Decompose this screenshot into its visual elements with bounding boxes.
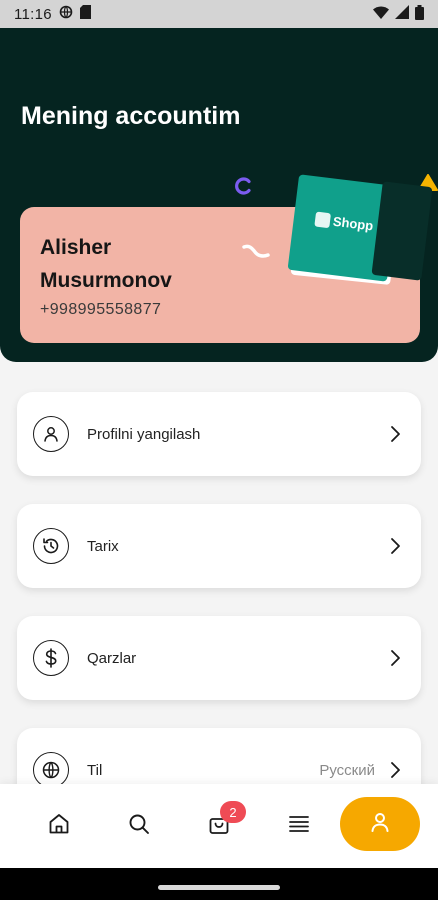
status-bar: 11:16 [0, 0, 438, 28]
menu-item-label: Til [87, 761, 103, 779]
menu-item-label: Qarzlar [87, 649, 137, 667]
decorative-c-shape-icon [234, 176, 254, 201]
signal-icon [395, 5, 409, 23]
cart-badge: 2 [220, 801, 246, 823]
wifi-icon [373, 6, 389, 23]
profile-icon [368, 810, 392, 839]
search-icon [127, 812, 151, 841]
system-navigation-bar [0, 868, 438, 900]
decorative-squiggle-icon [242, 241, 272, 266]
user-first-name: Alisher [40, 236, 112, 259]
globe-icon [33, 752, 69, 788]
chevron-right-icon [389, 537, 401, 555]
home-icon [47, 812, 71, 841]
home-gesture-handle[interactable] [158, 885, 280, 890]
status-bar-right [373, 4, 424, 24]
sim-icon [79, 5, 91, 23]
bottom-navigation: 2 [0, 784, 438, 868]
status-time: 11:16 [14, 5, 52, 23]
nav-catalog-button[interactable] [278, 784, 320, 868]
account-header: Mening accountim Alisher Musurmonov +998… [0, 28, 438, 362]
nav-cart-button[interactable]: 2 [198, 784, 246, 868]
menu-icon [287, 812, 311, 841]
menu-item-update-profile[interactable]: Profilni yangilash [17, 392, 421, 476]
page-title: Mening accountim [21, 102, 241, 130]
nav-profile-button[interactable] [340, 797, 420, 851]
menu-item-history[interactable]: Tarix [17, 504, 421, 588]
shopping-bag-illustration: Shopp [287, 174, 437, 313]
user-icon [33, 416, 69, 452]
chevron-right-icon [389, 425, 401, 443]
current-language-value: Русский [319, 761, 375, 779]
bag-logo-icon [314, 211, 332, 229]
nav-home-button[interactable] [38, 784, 80, 868]
menu-item-debts[interactable]: Qarzlar [17, 616, 421, 700]
vpn-icon [59, 5, 73, 23]
user-phone: +998995558877 [40, 301, 162, 318]
nav-search-button[interactable] [118, 784, 160, 868]
user-last-name: Musurmonov [40, 269, 172, 292]
bag-side [371, 181, 433, 281]
chevron-right-icon [389, 649, 401, 667]
menu-item-label: Profilni yangilash [87, 425, 201, 443]
status-bar-left: 11:16 [14, 5, 91, 23]
dollar-icon [33, 640, 69, 676]
user-name: Alisher Musurmonov [40, 231, 240, 297]
battery-icon [415, 4, 424, 24]
chevron-right-icon [389, 761, 401, 779]
menu-item-label: Tarix [87, 537, 119, 555]
history-icon [33, 528, 69, 564]
